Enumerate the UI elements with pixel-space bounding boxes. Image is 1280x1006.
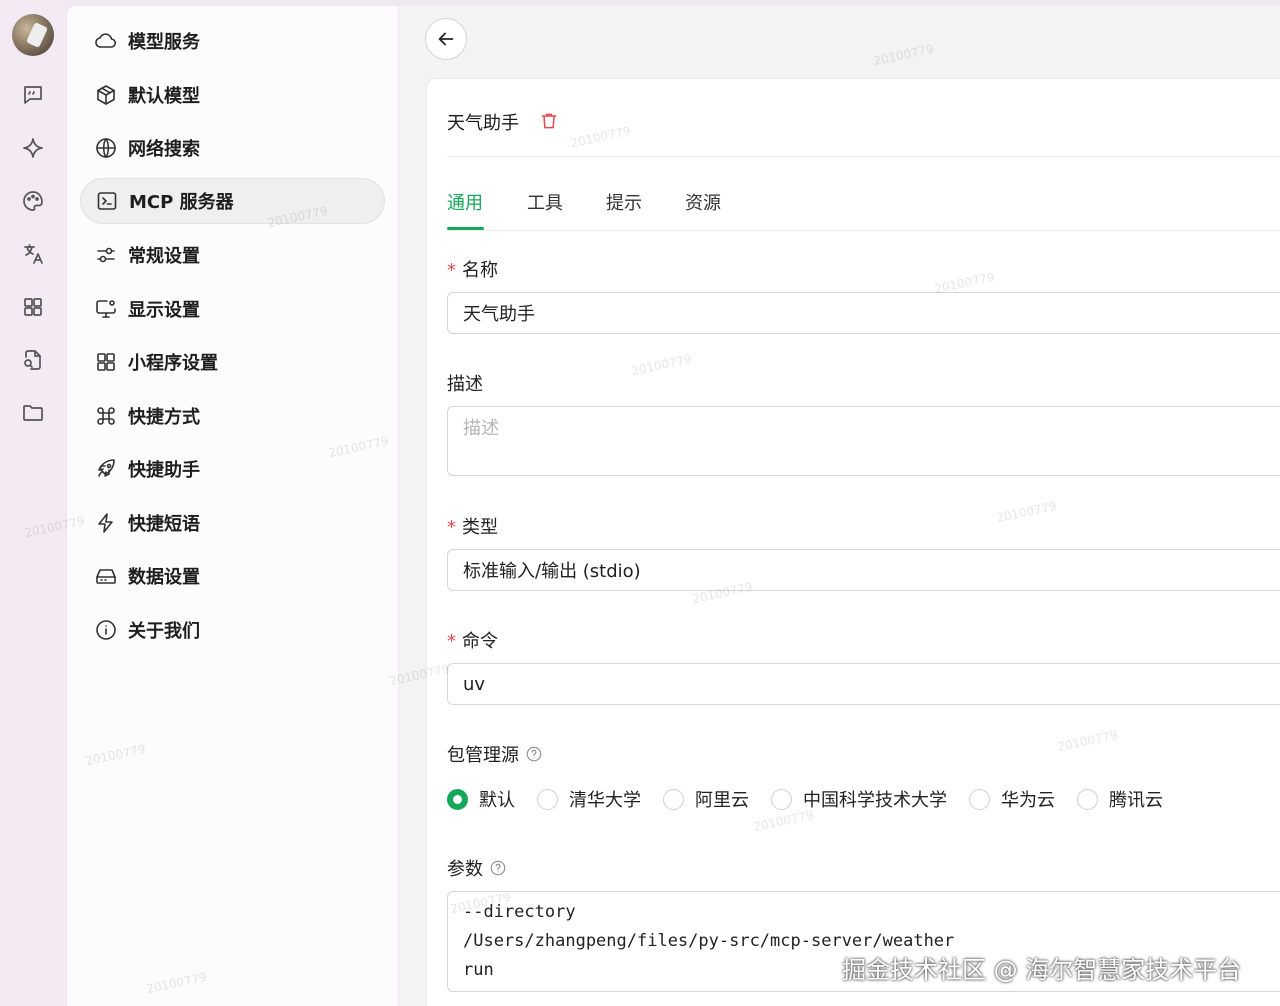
- menu-item-label: 显示设置: [128, 300, 200, 321]
- document-search-icon[interactable]: [19, 346, 47, 374]
- icon-rail: [0, 0, 66, 1006]
- menu-item-label: 常规设置: [128, 246, 200, 267]
- name-input[interactable]: [447, 292, 1280, 334]
- radio-button[interactable]: [447, 788, 468, 810]
- radio-button[interactable]: [663, 788, 684, 810]
- menu-item-label: 快捷短语: [128, 514, 200, 535]
- registry-radio-group: 默认 清华大学 阿里云 中国科学技术大学 华为云 腾讯云: [447, 786, 1185, 812]
- registry-option-ustc[interactable]: 中国科学技术大学: [771, 786, 947, 812]
- description-input[interactable]: [447, 406, 1280, 476]
- terminal-icon: [97, 192, 117, 210]
- description-label: 描述: [447, 374, 483, 395]
- monitor-icon: [96, 300, 116, 318]
- back-button[interactable]: [425, 18, 467, 60]
- trash-icon: [541, 113, 557, 129]
- sliders-icon: [97, 247, 115, 263]
- menu-item-quick-assistant[interactable]: 快捷助手: [80, 446, 385, 492]
- menu-item-quick-phrases[interactable]: 快捷短语: [80, 500, 385, 546]
- registry-label: 包管理源: [447, 741, 543, 767]
- args-input[interactable]: [447, 891, 1280, 992]
- avatar[interactable]: [12, 14, 54, 56]
- required-mark: *: [447, 517, 456, 538]
- question-circle-icon[interactable]: [525, 745, 543, 763]
- radio-button[interactable]: [969, 788, 990, 810]
- folder-icon[interactable]: [19, 399, 47, 427]
- menu-item-web-search[interactable]: 网络搜索: [80, 125, 385, 171]
- apps-icon[interactable]: [19, 293, 47, 321]
- drive-icon: [96, 569, 116, 584]
- delete-button[interactable]: [539, 111, 559, 131]
- required-mark: *: [447, 631, 456, 652]
- menu-item-label: 网络搜索: [128, 139, 200, 160]
- registry-option-aliyun[interactable]: 阿里云: [663, 786, 749, 812]
- zap-icon: [98, 513, 113, 533]
- menu-item-miniapp-settings[interactable]: 小程序设置: [80, 339, 385, 385]
- title-divider: [447, 156, 1280, 157]
- menu-item-general-settings[interactable]: 常规设置: [80, 232, 385, 278]
- info-icon: [96, 620, 116, 640]
- chat-icon[interactable]: [19, 81, 47, 109]
- menu-item-label: 小程序设置: [128, 353, 218, 374]
- command-icon: [97, 407, 115, 425]
- command-label: * 命令: [447, 631, 498, 652]
- server-title: 天气助手: [447, 113, 519, 134]
- settings-menu: 模型服务 默认模型 网络搜索 MCP 服务器 常规设置 显示设置 小程序设置 快…: [67, 6, 398, 1006]
- menu-item-label: 快捷方式: [128, 407, 200, 428]
- menu-item-label: 数据设置: [128, 567, 200, 588]
- menu-item-data-settings[interactable]: 数据设置: [80, 553, 385, 599]
- tabs-divider: [447, 230, 1280, 231]
- palette-icon[interactable]: [19, 187, 47, 215]
- main-content: 天气助手 通用 工具 提示 资源 *名称 描述 *类型 标准输入/输出 (std…: [399, 6, 1280, 1006]
- server-detail-card: 天气助手 通用 工具 提示 资源 *名称 描述 *类型 标准输入/输出 (std…: [426, 78, 1280, 1006]
- cloud-icon: [95, 33, 117, 48]
- registry-option-default[interactable]: 默认: [447, 786, 515, 812]
- tab-tools[interactable]: 工具: [527, 189, 563, 215]
- menu-item-label: 快捷助手: [128, 460, 200, 481]
- name-label: * 名称: [447, 260, 498, 281]
- tab-general[interactable]: 通用: [447, 189, 483, 215]
- registry-option-tencent[interactable]: 腾讯云: [1077, 786, 1163, 812]
- menu-item-default-model[interactable]: 默认模型: [80, 72, 385, 118]
- required-mark: *: [447, 260, 456, 281]
- menu-item-about[interactable]: 关于我们: [80, 607, 385, 653]
- rocket-icon: [98, 459, 115, 477]
- tab-prompts[interactable]: 提示: [606, 189, 642, 215]
- menu-item-label: 默认模型: [128, 86, 200, 107]
- command-input[interactable]: [447, 663, 1280, 705]
- radio-button[interactable]: [1077, 788, 1098, 810]
- menu-item-label: 关于我们: [128, 621, 200, 642]
- type-label: * 类型: [447, 517, 498, 538]
- globe-icon: [96, 138, 116, 158]
- menu-item-display-settings[interactable]: 显示设置: [80, 286, 385, 332]
- arrow-left-icon: [438, 32, 454, 46]
- menu-item-label: MCP 服务器: [129, 192, 234, 213]
- cube-icon: [97, 85, 115, 105]
- grid-icon: [97, 353, 115, 371]
- sparkle-icon[interactable]: [19, 134, 47, 162]
- menu-item-model-service[interactable]: 模型服务: [80, 18, 385, 64]
- type-select[interactable]: 标准输入/输出 (stdio): [447, 549, 1280, 591]
- registry-option-huawei[interactable]: 华为云: [969, 786, 1055, 812]
- menu-item-mcp-server[interactable]: MCP 服务器: [80, 178, 385, 224]
- question-circle-icon[interactable]: [489, 859, 507, 877]
- menu-item-shortcuts[interactable]: 快捷方式: [80, 393, 385, 439]
- registry-option-tsinghua[interactable]: 清华大学: [537, 786, 641, 812]
- translate-icon[interactable]: [19, 240, 47, 268]
- radio-button[interactable]: [771, 788, 792, 810]
- menu-item-label: 模型服务: [128, 32, 200, 53]
- args-label: 参数: [447, 855, 507, 881]
- tab-resources[interactable]: 资源: [685, 189, 721, 215]
- radio-button[interactable]: [537, 788, 558, 810]
